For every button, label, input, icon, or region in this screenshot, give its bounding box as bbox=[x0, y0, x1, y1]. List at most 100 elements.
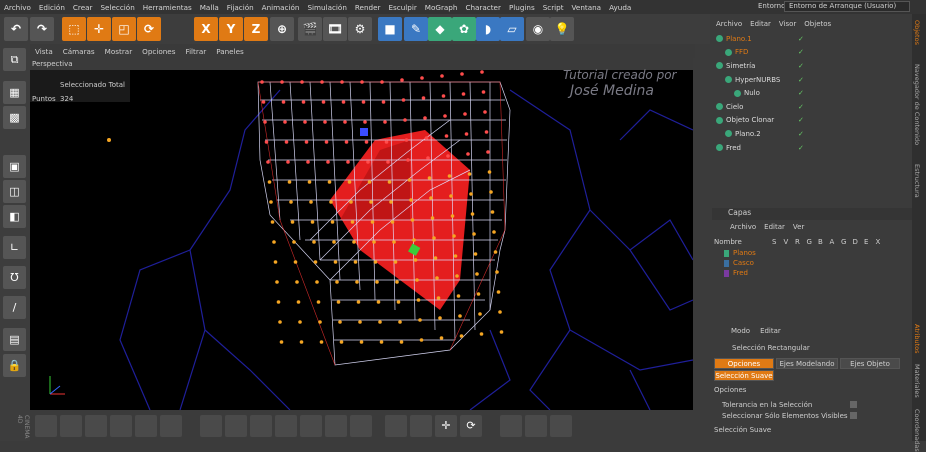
bottom-tool-11-icon[interactable] bbox=[300, 415, 322, 437]
lattice-point[interactable] bbox=[404, 138, 409, 142]
lattice-point[interactable] bbox=[283, 120, 287, 124]
axis-z-button[interactable]: Z bbox=[244, 17, 268, 41]
attributes-menu-item[interactable]: Modo bbox=[726, 327, 755, 335]
lattice-point[interactable] bbox=[384, 140, 389, 144]
lattice-point[interactable] bbox=[289, 200, 293, 204]
lattice-point[interactable] bbox=[310, 220, 315, 224]
lattice-point[interactable] bbox=[467, 172, 472, 176]
menu-item[interactable]: Simulación bbox=[303, 3, 350, 12]
lattice-point[interactable] bbox=[493, 250, 498, 254]
menu-item[interactable]: Plugins bbox=[505, 3, 539, 12]
lattice-point[interactable] bbox=[418, 318, 422, 322]
lattice-point[interactable] bbox=[355, 280, 359, 284]
menu-item[interactable]: Selección bbox=[97, 3, 139, 12]
lattice-point[interactable] bbox=[327, 180, 332, 184]
lattice-point[interactable] bbox=[400, 78, 404, 82]
objects-menu-item[interactable]: Archivo bbox=[712, 20, 746, 28]
lattice-point[interactable] bbox=[326, 160, 330, 164]
bottom-tool-14-icon[interactable] bbox=[385, 415, 407, 437]
tab-ejes-modelando[interactable]: Ejes Modelando bbox=[776, 358, 838, 369]
lattice-point[interactable] bbox=[349, 200, 353, 204]
lattice-point[interactable] bbox=[301, 100, 306, 104]
lattice-point[interactable] bbox=[421, 96, 426, 100]
visibility-check-icon[interactable]: ✓ bbox=[798, 144, 804, 152]
nurbs-icon[interactable]: ◆ bbox=[428, 17, 452, 41]
lattice-point[interactable] bbox=[347, 180, 352, 184]
lattice-point[interactable] bbox=[304, 140, 309, 144]
object-row[interactable]: Fred ✓ bbox=[712, 141, 912, 155]
cube-primitive-icon[interactable]: ■ bbox=[378, 17, 402, 41]
lattice-point[interactable] bbox=[281, 100, 286, 104]
lattice-point[interactable] bbox=[420, 76, 424, 80]
lattice-point[interactable] bbox=[498, 310, 502, 314]
lattice-point[interactable] bbox=[270, 220, 275, 224]
visibility-check-icon[interactable]: ✓ bbox=[798, 103, 804, 111]
magnet-icon[interactable]: Ʊ bbox=[3, 266, 26, 289]
lattice-point[interactable] bbox=[403, 118, 407, 122]
lattice-point[interactable] bbox=[360, 80, 364, 84]
lattice-point[interactable] bbox=[318, 320, 322, 324]
bottom-tool-2-icon[interactable] bbox=[60, 415, 82, 437]
lattice-point[interactable] bbox=[458, 314, 462, 318]
lattice-point[interactable] bbox=[273, 260, 278, 264]
tab-opciones[interactable]: Opciones bbox=[714, 358, 774, 369]
axis-y-button[interactable]: Y bbox=[219, 17, 243, 41]
coordinate-system-icon[interactable]: ⊕ bbox=[270, 17, 294, 41]
lattice-point[interactable] bbox=[489, 190, 493, 194]
lattice-point[interactable] bbox=[440, 74, 444, 78]
lattice-point[interactable] bbox=[436, 296, 441, 300]
lattice-point[interactable] bbox=[387, 180, 392, 184]
lattice-point[interactable] bbox=[380, 80, 384, 84]
polygons-mode-icon[interactable]: ◧ bbox=[3, 205, 26, 228]
layer-row[interactable]: Planos bbox=[712, 248, 912, 258]
lattice-point[interactable] bbox=[426, 156, 430, 160]
lattice-point[interactable] bbox=[480, 70, 484, 74]
lattice-point[interactable] bbox=[486, 150, 490, 154]
lattice-point[interactable] bbox=[330, 220, 335, 224]
lattice-point[interactable] bbox=[373, 260, 378, 264]
lattice-point[interactable] bbox=[449, 194, 453, 198]
lattice-point[interactable] bbox=[375, 280, 379, 284]
lattice-point[interactable] bbox=[473, 252, 478, 256]
menu-item[interactable]: Esculpir bbox=[384, 3, 420, 12]
lattice-point[interactable] bbox=[267, 180, 272, 184]
sidetab-estructura[interactable]: Estructura bbox=[913, 164, 921, 198]
visibility-check-icon[interactable]: ✓ bbox=[798, 89, 804, 97]
lattice-point[interactable] bbox=[461, 92, 466, 96]
lattice-point[interactable] bbox=[316, 300, 321, 304]
attributes-menu-item[interactable]: Editar bbox=[755, 327, 786, 335]
lattice-point[interactable] bbox=[359, 340, 364, 344]
lattice-point[interactable] bbox=[339, 340, 344, 344]
bottom-tool-19-icon[interactable] bbox=[525, 415, 547, 437]
render-view-icon[interactable]: 🎬 bbox=[298, 17, 322, 41]
objects-menu-item[interactable]: Objetos bbox=[800, 20, 835, 28]
bottom-tool-20-icon[interactable] bbox=[550, 415, 572, 437]
lattice-point[interactable] bbox=[363, 120, 367, 124]
lattice-point[interactable] bbox=[335, 280, 339, 284]
object-row[interactable]: Cielo ✓ bbox=[712, 100, 912, 114]
lattice-point[interactable] bbox=[423, 116, 427, 120]
lattice-point[interactable] bbox=[370, 220, 375, 224]
lattice-point[interactable] bbox=[407, 178, 412, 182]
lattice-point[interactable] bbox=[272, 240, 276, 244]
lattice-point[interactable] bbox=[410, 218, 415, 222]
lattice-point[interactable] bbox=[260, 80, 264, 84]
lattice-point[interactable] bbox=[307, 180, 312, 184]
bottom-cube-icon[interactable] bbox=[500, 415, 522, 437]
lattice-point[interactable] bbox=[300, 80, 304, 84]
lattice-point[interactable] bbox=[344, 140, 349, 144]
bottom-tool-4-icon[interactable] bbox=[110, 415, 132, 437]
tolerance-checkbox[interactable] bbox=[850, 401, 857, 408]
sidetab-coordenadas[interactable]: Coordenadas bbox=[913, 409, 921, 452]
lattice-point[interactable] bbox=[352, 240, 356, 244]
lattice-point[interactable] bbox=[463, 112, 467, 116]
lattice-point[interactable] bbox=[453, 254, 458, 258]
lattice-point[interactable] bbox=[433, 256, 438, 260]
layer-row[interactable]: Fred bbox=[712, 268, 912, 278]
menu-item[interactable]: Malla bbox=[196, 3, 223, 12]
lattice-point[interactable] bbox=[319, 340, 324, 344]
viewport-menu-item[interactable]: Cámaras bbox=[58, 47, 100, 56]
lattice-point[interactable] bbox=[263, 120, 267, 124]
camera-icon[interactable]: ◉ bbox=[526, 17, 550, 41]
visibility-check-icon[interactable]: ✓ bbox=[798, 48, 804, 56]
